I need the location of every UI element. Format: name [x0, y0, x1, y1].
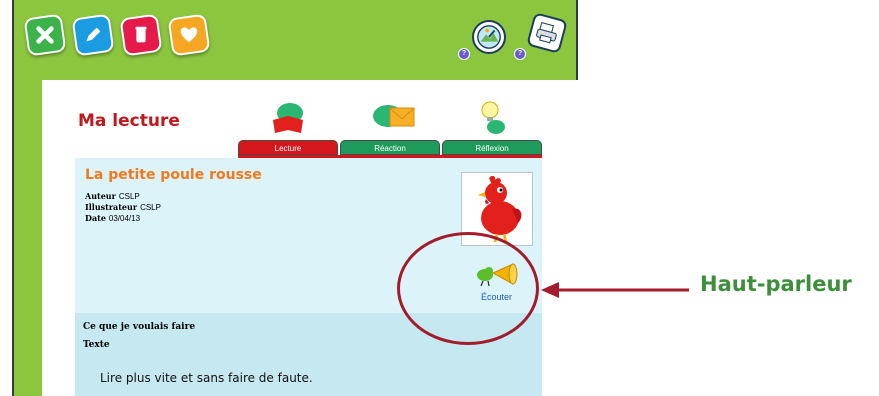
tab-lecture[interactable]: Lecture — [238, 140, 338, 155]
delete-button[interactable] — [119, 13, 163, 57]
print-button[interactable] — [526, 12, 568, 54]
print-icon — [536, 21, 557, 44]
help-badge[interactable]: ? — [458, 48, 470, 60]
favorite-button[interactable] — [167, 13, 211, 57]
dashboard-button[interactable] — [472, 20, 506, 54]
envelope-icon — [373, 105, 415, 127]
callout-label: Haut-parleur — [700, 272, 852, 296]
notes-subheading: Texte — [83, 340, 110, 350]
date-value: 03/04/13 — [108, 214, 141, 223]
close-button[interactable] — [23, 13, 67, 57]
illustrator-label: Illustrateur — [85, 202, 138, 212]
illustrator-row: Illustrateur CSLP — [85, 202, 161, 212]
book-title: La petite poule rousse — [85, 167, 262, 183]
pencil-icon — [86, 27, 101, 42]
notes-text: Lire plus vite et sans faire de faute. — [100, 371, 313, 385]
heart-icon — [180, 27, 198, 43]
toolbar: ? ? — [14, 0, 576, 64]
author-value: CSLP — [118, 192, 140, 201]
author-label: Auteur — [85, 191, 116, 201]
date-row: Date 03/04/13 — [85, 213, 140, 223]
help-badge[interactable]: ? — [514, 48, 526, 60]
notes-heading: Ce que je voulais faire — [83, 322, 196, 332]
illustrator-value: CSLP — [140, 203, 161, 212]
page-title: Ma lecture — [78, 111, 180, 131]
author-row: Auteur CSLP — [85, 191, 140, 201]
tab-reflexion[interactable]: Réflexion — [442, 140, 542, 155]
tab-reaction[interactable]: Réaction — [340, 140, 440, 155]
edit-button[interactable] — [71, 13, 115, 57]
trash-icon — [135, 26, 147, 43]
callout-circle — [397, 232, 539, 345]
book-icon — [273, 103, 303, 133]
date-label: Date — [85, 213, 106, 223]
dashboard-icon — [477, 25, 501, 49]
lightbulb-icon — [481, 101, 505, 134]
close-icon — [36, 26, 54, 44]
callout-arrow-icon — [541, 282, 689, 298]
